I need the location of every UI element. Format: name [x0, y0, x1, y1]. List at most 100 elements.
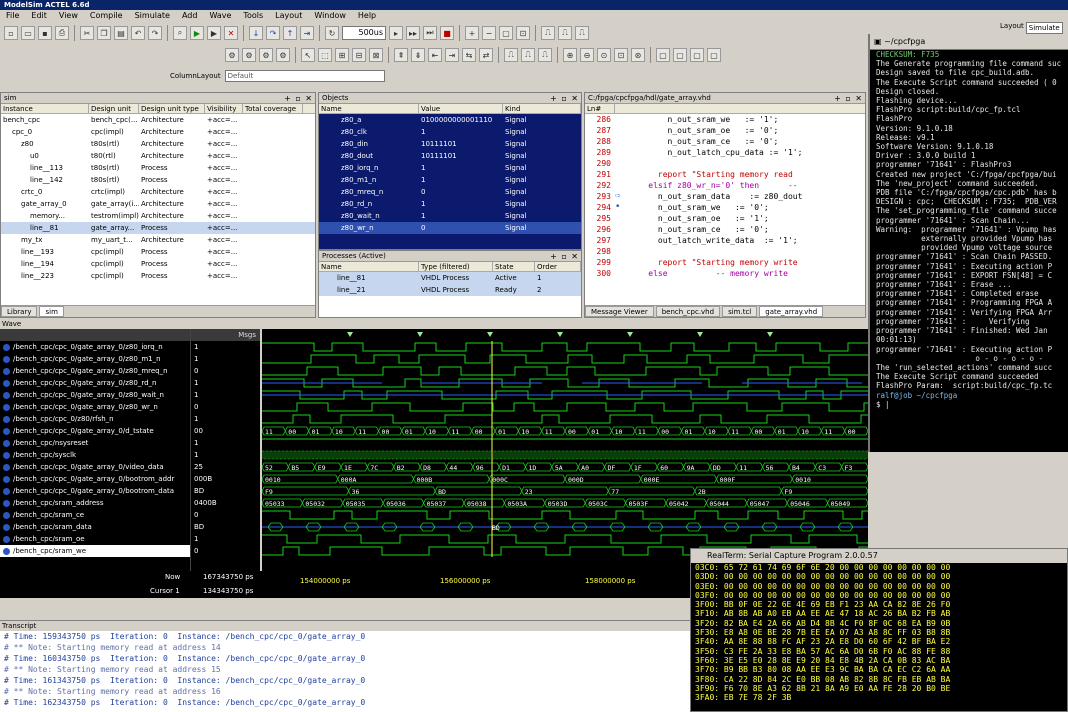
- wave-insert-icon[interactable]: ⎍: [558, 26, 572, 40]
- menu-view[interactable]: View: [59, 10, 78, 22]
- tab-gate-array[interactable]: gate_array.vhd: [759, 306, 824, 317]
- object-row[interactable]: z80_m1_n 1 Signal: [319, 174, 581, 186]
- process-row[interactable]: line__21 VHDL Process Ready 2: [319, 284, 581, 296]
- source-line[interactable]: 292 elsif z80_wr_n='0' then --: [585, 180, 865, 191]
- dataflow-icon[interactable]: ⊟: [352, 48, 366, 62]
- object-row[interactable]: z80_mreq_n 0 Signal: [319, 186, 581, 198]
- gear-icon[interactable]: ⚙: [259, 48, 273, 62]
- stop-icon[interactable]: ■: [440, 26, 454, 40]
- gear-icon[interactable]: ⚙: [225, 48, 239, 62]
- wave-signal-row[interactable]: /bench_cpc/sram_address: [0, 497, 190, 509]
- step-over-icon[interactable]: ↷: [266, 26, 280, 40]
- wave-signal-row[interactable]: /bench_cpc/cpc_0/gate_array_0/z80_m1_n: [0, 353, 190, 365]
- tab-sim[interactable]: sim: [39, 306, 64, 317]
- run-icon[interactable]: ▸: [389, 26, 403, 40]
- sim-tree-row[interactable]: line__223 cpc(impl) Process +acc=...: [1, 270, 315, 282]
- cut-icon[interactable]: ✂: [80, 26, 94, 40]
- gear-icon[interactable]: ⚙: [276, 48, 290, 62]
- save-icon[interactable]: ▪: [38, 26, 52, 40]
- zoom-full-icon[interactable]: ▢: [499, 26, 513, 40]
- sim-tree-row[interactable]: gate_array_0 gate_array(i... Architecture +…: [1, 198, 315, 210]
- tab-message-viewer[interactable]: Message Viewer: [585, 306, 654, 317]
- source-line[interactable]: 293 ⇨ n_out_sram_data := z80_dout: [585, 191, 865, 202]
- source-line[interactable]: 297 out_latch_write_data := '1';: [585, 235, 865, 246]
- wave-signal-row[interactable]: /bench_cpc/sram_ce: [0, 509, 190, 521]
- col-kind[interactable]: Kind: [503, 104, 581, 113]
- menu-compile[interactable]: Compile: [90, 10, 123, 22]
- col-type[interactable]: Type (filtered): [419, 262, 493, 271]
- edge-find-icon[interactable]: ⇆: [462, 48, 476, 62]
- sim-tree-row[interactable]: my_tx my_uart_t... Architecture +acc=...: [1, 234, 315, 246]
- source-line[interactable]: 287 n_out_sram_oe := '0';: [585, 125, 865, 136]
- paste-icon[interactable]: ▤: [114, 26, 128, 40]
- wave-compare-icon[interactable]: ⎍: [538, 48, 552, 62]
- menu-wave[interactable]: Wave: [209, 10, 231, 22]
- sim-tree-row[interactable]: line__113 t80s(rtl) Process +acc=...: [1, 162, 315, 174]
- sim-tree-row[interactable]: cpc_0 cpc(impl) Architecture +acc=...: [1, 126, 315, 138]
- run-length-field[interactable]: 500us: [342, 26, 386, 40]
- source-line[interactable]: 290: [585, 158, 865, 169]
- zoom-cursor-icon[interactable]: ⊡: [516, 26, 530, 40]
- restart-icon[interactable]: ↻: [325, 26, 339, 40]
- tab-library[interactable]: Library: [1, 306, 38, 317]
- col-total-coverage[interactable]: Total coverage: [243, 104, 303, 113]
- terminal-output[interactable]: CHECKSUM: F735 The Generate programming f…: [870, 50, 1068, 409]
- source-line[interactable]: 298: [585, 246, 865, 257]
- sim-tree-row[interactable]: line__194 cpc(impl) Process +acc=...: [1, 258, 315, 270]
- find-icon[interactable]: ⌕: [173, 26, 187, 40]
- wave-edit-icon[interactable]: ⎍: [541, 26, 555, 40]
- pane-controls-icon[interactable]: + ▫ ✕: [834, 93, 863, 104]
- wave-signal-row[interactable]: /bench_cpc/sram_oe: [0, 533, 190, 545]
- gear-icon[interactable]: ⚙: [242, 48, 256, 62]
- column-layout-select[interactable]: Default: [224, 70, 385, 82]
- wave-signal-row[interactable]: /bench_cpc/cpc_0/z80/rfsh_n: [0, 413, 190, 425]
- run-all-icon[interactable]: ⏭: [423, 26, 437, 40]
- wave-signal-row[interactable]: /bench_cpc/cpc_0/gate_array_0/video_data: [0, 461, 190, 473]
- sim-tree-row[interactable]: bench_cpc bench_cpc(... Architecture +acc=.…: [1, 114, 315, 126]
- wave-signal-row[interactable]: /bench_cpc/nsysreset: [0, 437, 190, 449]
- dataflow-icon[interactable]: ⊠: [369, 48, 383, 62]
- wave-signal-row[interactable]: /bench_cpc/cpc_0/gate_array_0/z80_wait_n: [0, 389, 190, 401]
- select-icon[interactable]: ⬚: [318, 48, 332, 62]
- wave-signal-row[interactable]: /bench_cpc/cpc_0/gate_array_0/bootrom_ad…: [0, 473, 190, 485]
- menu-help[interactable]: Help: [358, 10, 376, 22]
- step-icon[interactable]: ↓: [249, 26, 263, 40]
- wave-compare-icon[interactable]: ⎍: [521, 48, 535, 62]
- zoom-out-icon[interactable]: −: [482, 26, 496, 40]
- dataflow-icon[interactable]: ⊞: [335, 48, 349, 62]
- object-row[interactable]: z80_dout 10111101 Signal: [319, 150, 581, 162]
- sim-tree-row[interactable]: memory... testrom(impl) Architecture +acc=.…: [1, 210, 315, 222]
- sim-tree-row[interactable]: line__142 t80s(rtl) Process +acc=...: [1, 174, 315, 186]
- source-line[interactable]: 296 n_out_sram_ce := '0';: [585, 224, 865, 235]
- wave-signal-row[interactable]: /bench_cpc/cpc_0/gate_array_0/z80_mreq_n: [0, 365, 190, 377]
- wave-signal-row[interactable]: /bench_cpc/sram_we: [0, 545, 190, 557]
- col-name[interactable]: Name: [319, 262, 419, 271]
- object-row[interactable]: z80_din 10111101 Signal: [319, 138, 581, 150]
- cursor-remove-icon[interactable]: ⇟: [411, 48, 425, 62]
- source-line[interactable]: 300 else -- memory write: [585, 268, 865, 279]
- menu-tools[interactable]: Tools: [243, 10, 263, 22]
- pointer-icon[interactable]: ↖: [301, 48, 315, 62]
- edge-find-icon[interactable]: ⇄: [479, 48, 493, 62]
- source-code[interactable]: 286 n_out_sram_we := '1'; 287 n_out_sram_…: [585, 114, 865, 279]
- window-icon[interactable]: ▢: [690, 48, 704, 62]
- menu-file[interactable]: File: [6, 10, 19, 22]
- undo-icon[interactable]: ↶: [131, 26, 145, 40]
- sim-tree-row[interactable]: u0 t80(rtl) Architecture +acc=...: [1, 150, 315, 162]
- source-line[interactable]: 289 n_out_latch_cpu_data := '1';: [585, 147, 865, 158]
- continue-icon[interactable]: ⇥: [300, 26, 314, 40]
- menu-simulate[interactable]: Simulate: [135, 10, 170, 22]
- wave-signal-row[interactable]: /bench_cpc/cpc_0/gate_array_0/z80_iorq_n: [0, 341, 190, 353]
- layout-select[interactable]: Simulate: [1025, 22, 1063, 34]
- sim-tree-row[interactable]: z80 t80s(rtl) Architecture +acc=...: [1, 138, 315, 150]
- transcript-log[interactable]: # Time: 159343750 ps Iteration: 0 Instan…: [0, 631, 690, 708]
- open-folder-icon[interactable]: ▭: [21, 26, 35, 40]
- source-line[interactable]: 291 report "Starting memory read: [585, 169, 865, 180]
- edge-next-icon[interactable]: ⇥: [445, 48, 459, 62]
- menu-edit[interactable]: Edit: [31, 10, 47, 22]
- wave-signal-row[interactable]: /bench_cpc/cpc_0/gate_array_0/d_tstate: [0, 425, 190, 437]
- copy-icon[interactable]: ❐: [97, 26, 111, 40]
- sim-tree-row[interactable]: line__81 gate_array... Process +acc=...: [1, 222, 315, 234]
- col-visibility[interactable]: Visibility: [205, 104, 243, 113]
- tab-sim-tcl[interactable]: sim.tcl: [722, 306, 758, 317]
